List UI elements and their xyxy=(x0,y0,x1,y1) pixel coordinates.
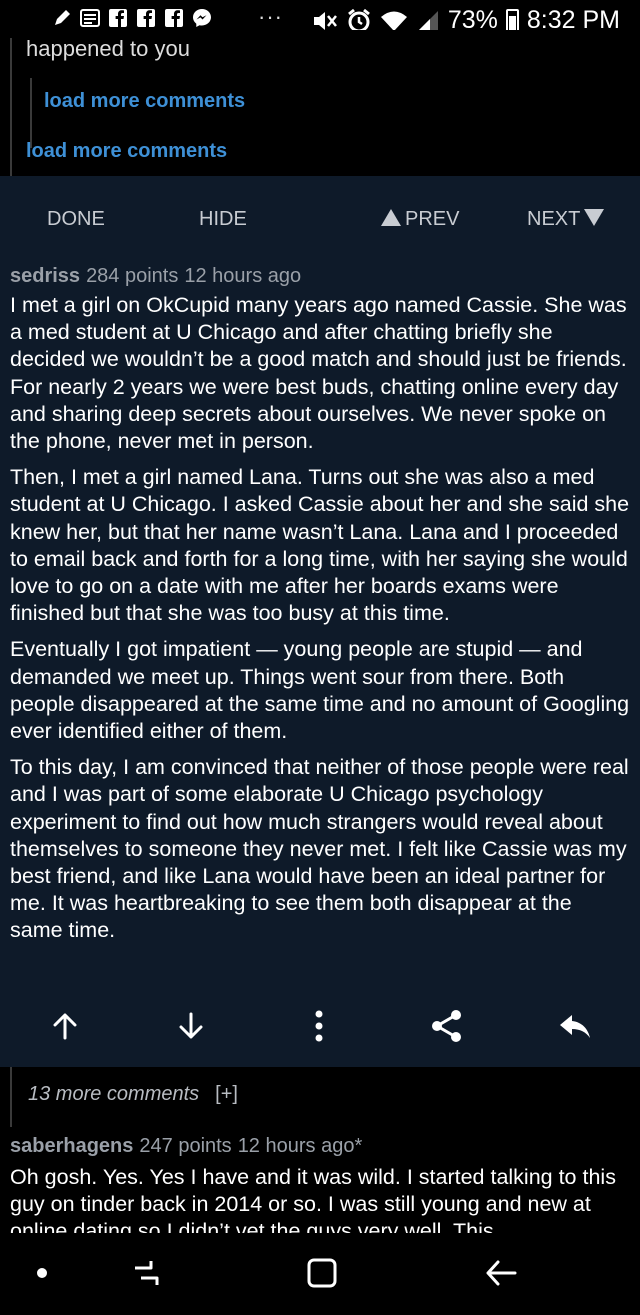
nav-dot-button[interactable] xyxy=(22,1253,62,1293)
prev-button[interactable]: PREV xyxy=(381,208,459,231)
comment-body: Oh gosh. Yes. Yes I have and it was wild… xyxy=(10,1165,616,1233)
reply-icon xyxy=(560,1015,590,1038)
recent-apps-icon xyxy=(135,1261,159,1285)
comment-age: 12 hours ago xyxy=(184,265,302,287)
more-comments-count: 13 more comments xyxy=(28,1083,200,1105)
load-more-comments-link[interactable]: load more comments xyxy=(26,140,227,163)
comment-age: 12 hours ago* xyxy=(237,1135,363,1157)
done-button[interactable]: DONE xyxy=(47,208,105,231)
selected-comment-card: DONE HIDE PREV NEXT sedriss 284 points 12 … xyxy=(0,176,640,1067)
more-comments-row[interactable]: 13 more comments [+] xyxy=(0,1067,640,1127)
comment-actions xyxy=(0,1006,640,1046)
reply-button[interactable] xyxy=(555,1006,595,1046)
dot-icon xyxy=(37,1268,47,1278)
thread-indent-line xyxy=(10,38,12,176)
next-label: NEXT xyxy=(527,208,581,230)
comment-paragraph: To this day, I am convinced that neither… xyxy=(10,755,629,943)
downvote-icon xyxy=(179,1012,203,1039)
load-more-comments-nested-link[interactable]: load more comments xyxy=(44,90,245,113)
thread-indent-line xyxy=(10,1067,12,1127)
downvote-button[interactable] xyxy=(171,1006,211,1046)
comment-author[interactable]: saberhagens xyxy=(10,1135,133,1157)
thread-indent-line xyxy=(30,78,32,148)
comment-paragraph: I met a girl on OkCupid many years ago n… xyxy=(10,293,627,454)
overflow-indicator: ··· xyxy=(258,4,283,29)
comment-paragraph: Eventually I got impatient — young peopl… xyxy=(10,637,630,744)
facebook-icon xyxy=(165,9,183,27)
prev-label: PREV xyxy=(405,208,460,230)
recent-apps-button[interactable] xyxy=(126,1253,166,1293)
home-icon xyxy=(307,1258,337,1288)
upvote-button[interactable] xyxy=(45,1006,85,1046)
comment-points: 247 points xyxy=(139,1135,232,1157)
comment-meta: saberhagens 247 points 12 hours ago* xyxy=(10,1135,362,1158)
notification-icons xyxy=(52,8,212,28)
battery-icon xyxy=(505,8,519,33)
facebook-icon xyxy=(137,9,155,27)
more-icon xyxy=(315,1010,323,1042)
more-comments-label: 13 more comments [+] xyxy=(28,1083,238,1106)
signal-icon xyxy=(417,10,438,31)
back-button[interactable] xyxy=(481,1253,521,1293)
comment-meta: sedriss 284 points 12 hours ago xyxy=(10,265,301,288)
next-button[interactable]: NEXT xyxy=(527,208,605,231)
comment-paragraph: Then, I met a girl named Lana. Turns out… xyxy=(10,465,630,626)
home-button[interactable] xyxy=(302,1253,342,1293)
hide-button[interactable]: HIDE xyxy=(199,208,247,231)
message-icon xyxy=(80,9,100,27)
share-button[interactable] xyxy=(427,1006,467,1046)
parent-thread: happened to you load more comments load … xyxy=(0,30,640,176)
upvote-icon xyxy=(53,1013,77,1040)
comment-author[interactable]: sedriss xyxy=(10,265,80,287)
wifi-icon xyxy=(380,11,407,31)
prev-arrow-icon xyxy=(381,209,401,226)
more-options-button[interactable] xyxy=(299,1006,339,1046)
share-icon xyxy=(432,1010,461,1042)
system-navigation-bar xyxy=(0,1233,640,1315)
comment-points: 284 points xyxy=(86,265,179,287)
comment-navigation: DONE HIDE PREV NEXT xyxy=(0,176,640,262)
next-comment: saberhagens 247 points 12 hours ago* Oh go… xyxy=(0,1127,640,1233)
facebook-icon xyxy=(109,9,127,27)
back-icon xyxy=(486,1260,517,1286)
next-arrow-icon xyxy=(584,209,605,226)
comment-body: I met a girl on OkCupid many years ago n… xyxy=(10,292,630,954)
messenger-icon xyxy=(193,9,211,27)
pen-icon xyxy=(55,10,70,25)
expand-comments-button[interactable]: [+] xyxy=(215,1083,238,1105)
parent-comment-text: happened to you xyxy=(26,36,190,61)
